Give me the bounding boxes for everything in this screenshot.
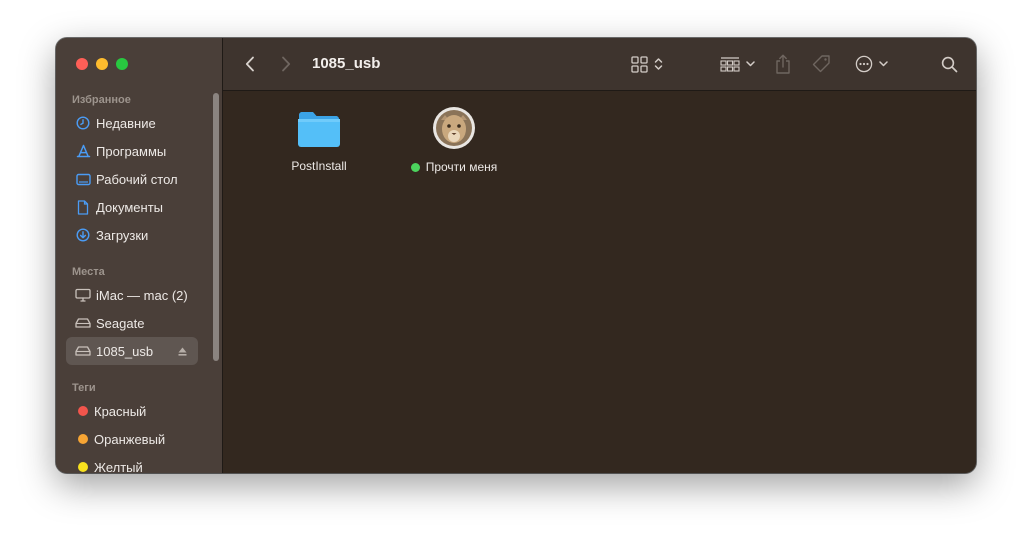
sidebar-item-tag-red[interactable]: Красный	[66, 397, 198, 425]
folder-icon	[298, 112, 340, 147]
chevron-down-icon	[745, 61, 755, 67]
download-icon	[74, 226, 92, 244]
file-name: PostInstall	[291, 159, 347, 173]
ellipsis-circle-icon	[855, 55, 872, 73]
file-item-postinstall[interactable]: PostInstall	[274, 109, 364, 173]
places-section-label: Места	[72, 266, 105, 278]
favorites-section-label: Избранное	[72, 94, 131, 106]
file-item-read-me[interactable]: Прочти меня	[399, 106, 509, 174]
share-icon	[776, 54, 790, 74]
share-button[interactable]	[772, 52, 794, 76]
tags-section-label: Теги	[72, 382, 96, 394]
sidebar-item-label: Загрузки	[96, 227, 149, 243]
finder-window: Избранное Недавние Программы Рабочий сто…	[56, 38, 976, 473]
toolbar: 1085_usb	[223, 38, 976, 91]
minimize-window-button[interactable]	[96, 58, 108, 70]
orange-tag-dot	[78, 434, 88, 444]
sidebar-item-desktop[interactable]: Рабочий стол	[66, 165, 198, 193]
view-mode-button[interactable]	[627, 53, 667, 75]
sidebar-item-label: Желтый	[94, 459, 143, 474]
sidebar-item-tag-orange[interactable]: Оранжевый	[66, 425, 198, 453]
search-icon	[941, 56, 957, 72]
chevron-up-down-icon	[654, 58, 663, 70]
sidebar-item-label: Seagate	[96, 315, 145, 331]
sidebar-item-label: Оранжевый	[94, 431, 166, 447]
chevron-left-icon	[245, 56, 254, 72]
sidebar: Избранное Недавние Программы Рабочий сто…	[56, 38, 223, 473]
sidebar-scrollbar[interactable]	[213, 93, 219, 361]
sidebar-item-label: Красный	[94, 403, 147, 419]
sidebar-item-label: Программы	[96, 143, 167, 159]
green-tag-dot	[410, 162, 420, 172]
search-button[interactable]	[938, 53, 960, 75]
drive-icon	[74, 314, 92, 332]
forward-button[interactable]	[275, 54, 297, 74]
sidebar-item-recents[interactable]: Недавние	[66, 109, 198, 137]
group-by-button[interactable]	[717, 53, 757, 75]
sidebar-item-label: Недавние	[96, 115, 156, 131]
file-name: Прочти меня	[410, 160, 497, 174]
tags-button[interactable]	[809, 52, 833, 76]
back-button[interactable]	[239, 54, 261, 74]
document-icon	[74, 198, 92, 216]
sidebar-item-tag-yellow[interactable]: Желтый	[66, 453, 198, 473]
sidebar-item-imac[interactable]: iMac — mac (2)	[66, 281, 198, 309]
action-button[interactable]	[851, 53, 891, 75]
red-tag-dot	[78, 406, 88, 416]
sidebar-item-downloads[interactable]: Загрузки	[66, 221, 198, 249]
sidebar-item-label: 1085_usb	[96, 343, 154, 359]
sidebar-item-label: iMac — mac (2)	[96, 287, 188, 303]
sidebar-item-label: Рабочий стол	[96, 171, 178, 187]
group-icon	[719, 57, 740, 72]
sidebar-item-label: Документы	[96, 199, 164, 215]
mountain-lion-icon	[433, 107, 475, 149]
chevron-right-icon	[282, 56, 291, 72]
file-browser-content[interactable]: PostInstall Прочти меня	[223, 91, 976, 473]
window-title: 1085_usb	[312, 55, 381, 72]
zoom-window-button[interactable]	[116, 58, 128, 70]
yellow-tag-dot	[78, 462, 88, 472]
grid-icon	[631, 55, 648, 73]
sidebar-item-documents[interactable]: Документы	[66, 193, 198, 221]
sidebar-item-applications[interactable]: Программы	[66, 137, 198, 165]
computer-icon	[74, 286, 92, 304]
tag-icon	[812, 55, 830, 73]
desktop-icon	[74, 170, 92, 188]
drive-icon	[74, 342, 92, 360]
close-window-button[interactable]	[76, 58, 88, 70]
chevron-down-icon	[878, 61, 888, 67]
sidebar-item-seagate[interactable]: Seagate	[66, 309, 198, 337]
sidebar-item-1085-usb[interactable]: 1085_usb	[66, 337, 198, 365]
eject-icon[interactable]	[177, 344, 188, 362]
clock-icon	[74, 114, 92, 132]
apps-icon	[74, 142, 92, 160]
